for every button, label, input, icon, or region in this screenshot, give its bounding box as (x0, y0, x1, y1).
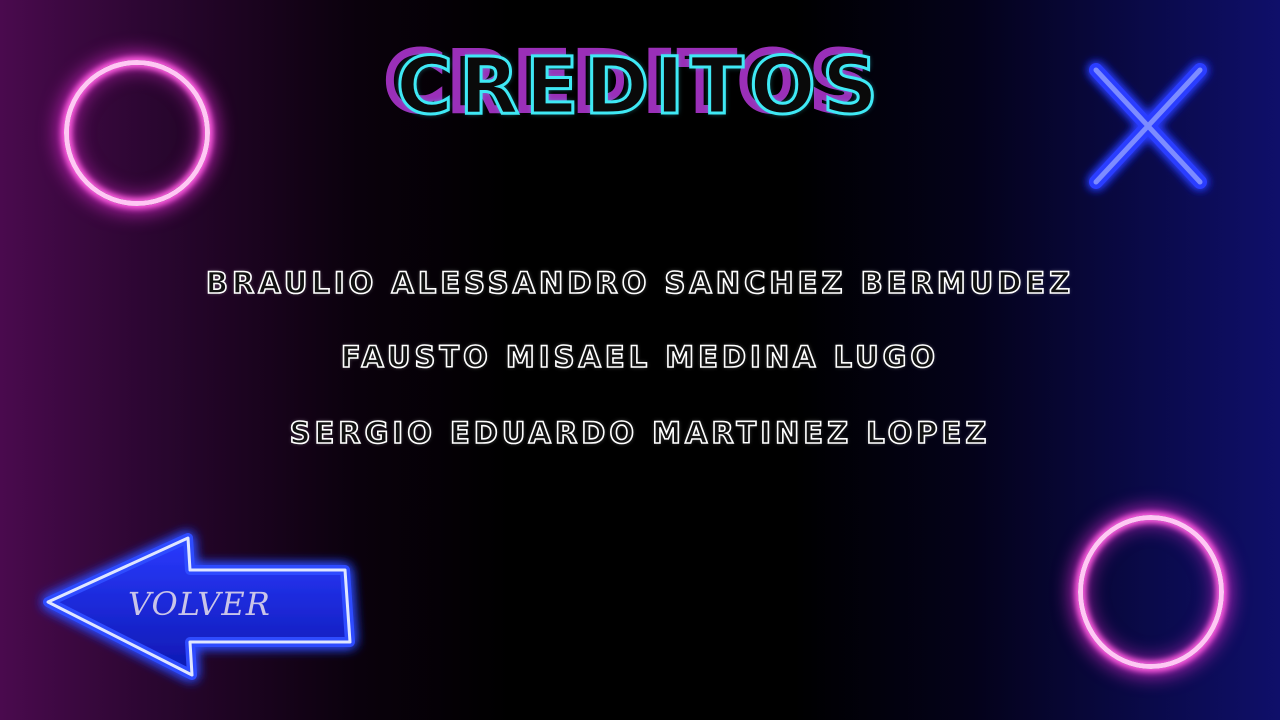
credit-name: SERGIO EDUARDO MARTINEZ LOPEZ (289, 415, 991, 451)
back-button-label: VOLVER (128, 585, 271, 623)
neon-x-icon (1089, 63, 1207, 189)
neon-circle-icon (64, 60, 210, 206)
credits-screen: CREDITOS CREDITOS BRAULIO ALESSANDRO SAN… (0, 0, 1280, 720)
credit-name: BRAULIO ALESSANDRO SANCHEZ BERMUDEZ (205, 265, 1075, 301)
credit-name: FAUSTO MISAEL MEDINA LUGO (340, 339, 940, 375)
back-button[interactable]: VOLVER (40, 530, 370, 680)
neon-circle-icon (1078, 515, 1224, 669)
